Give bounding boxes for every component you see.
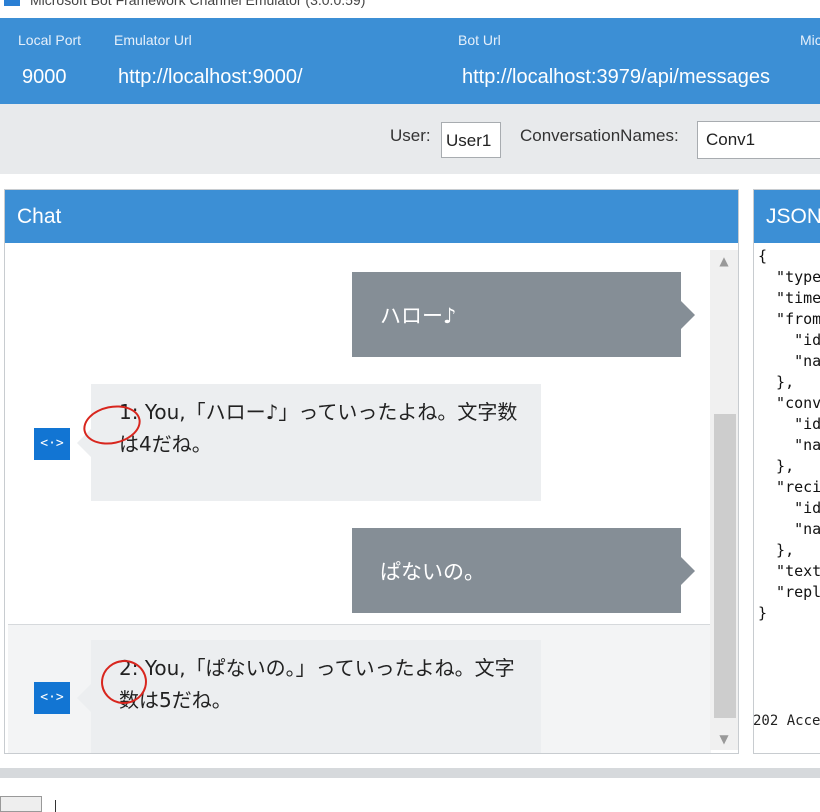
attachment-icon[interactable] <box>0 796 42 812</box>
conversation-select-value: Conv1 <box>706 130 756 149</box>
chat-header: Chat <box>5 190 738 243</box>
mic-field: Mic <box>800 18 820 104</box>
emulator-url-label: Emulator Url <box>114 32 192 48</box>
connection-bar: Local Port 9000 Emulator Url http://loca… <box>0 18 820 104</box>
conversation-names-label: ConversationNames: <box>520 126 679 145</box>
json-header: JSON <box>754 190 820 243</box>
chat-panel: Chat ハロー♪ <·> 1: You,「ハロー♪」っていったよね。文字数は4… <box>4 189 739 754</box>
chat-title: Chat <box>17 205 62 228</box>
json-code[interactable]: { "type "time "from "id "na }, "conv "id… <box>758 246 820 624</box>
scroll-up-icon[interactable]: ▲ <box>710 250 738 272</box>
bot-url-value[interactable]: http://localhost:3979/api/messages <box>462 66 770 89</box>
bot-message-text: 1: You,「ハロー♪」っていったよね。文字数は4だね。 <box>119 400 518 456</box>
local-port-field: Local Port 9000 <box>18 18 108 104</box>
user-message-text: ぱないの。 <box>380 559 485 584</box>
app-icon <box>4 0 20 6</box>
bot-url-field: Bot Url http://localhost:3979/api/messag… <box>458 18 770 104</box>
user-message[interactable]: ぱないの。 <box>352 528 695 613</box>
scroll-down-icon[interactable]: ▼ <box>710 728 738 750</box>
json-status: 202 Accepted <box>753 713 820 729</box>
bot-icon: <·> <box>34 682 70 714</box>
user-message[interactable]: ハロー♪ <box>352 272 695 357</box>
bot-message-text: 2: You,「ぱないの。」っていったよね。文字数は5だね。 <box>119 656 515 712</box>
local-port-value[interactable]: 9000 <box>22 66 67 89</box>
chat-scrollbar[interactable]: ▲ ▼ <box>710 250 738 750</box>
scroll-thumb[interactable] <box>714 414 736 718</box>
user-input-value: User1 <box>446 131 492 150</box>
emulator-url-field: Emulator Url http://localhost:9000/ <box>114 18 454 104</box>
bot-message[interactable]: 2: You,「ぱないの。」っていったよね。文字数は5だね。 <box>77 640 541 753</box>
bot-icon: <·> <box>34 428 70 460</box>
user-label: User: <box>390 126 431 145</box>
local-port-label: Local Port <box>18 32 82 48</box>
bot-message[interactable]: 1: You,「ハロー♪」っていったよね。文字数は4だね。 <box>77 384 541 501</box>
conversation-select[interactable]: Conv1 <box>697 121 820 159</box>
emulator-url-value[interactable]: http://localhost:9000/ <box>118 66 303 89</box>
text-caret <box>55 800 56 812</box>
window-title: Microsoft Bot Framework Channel Emulator… <box>30 0 366 8</box>
mic-label: Mic <box>800 32 820 48</box>
user-input[interactable]: User1 <box>441 122 501 158</box>
json-title: JSON <box>766 205 820 228</box>
user-message-text: ハロー♪ <box>380 303 457 328</box>
bot-url-label: Bot Url <box>458 32 501 48</box>
window-title-bar: Microsoft Bot Framework Channel Emulator… <box>0 0 820 18</box>
bottom-divider <box>0 768 820 778</box>
json-panel: JSON { "type "time "from "id "na }, "con… <box>753 189 820 754</box>
